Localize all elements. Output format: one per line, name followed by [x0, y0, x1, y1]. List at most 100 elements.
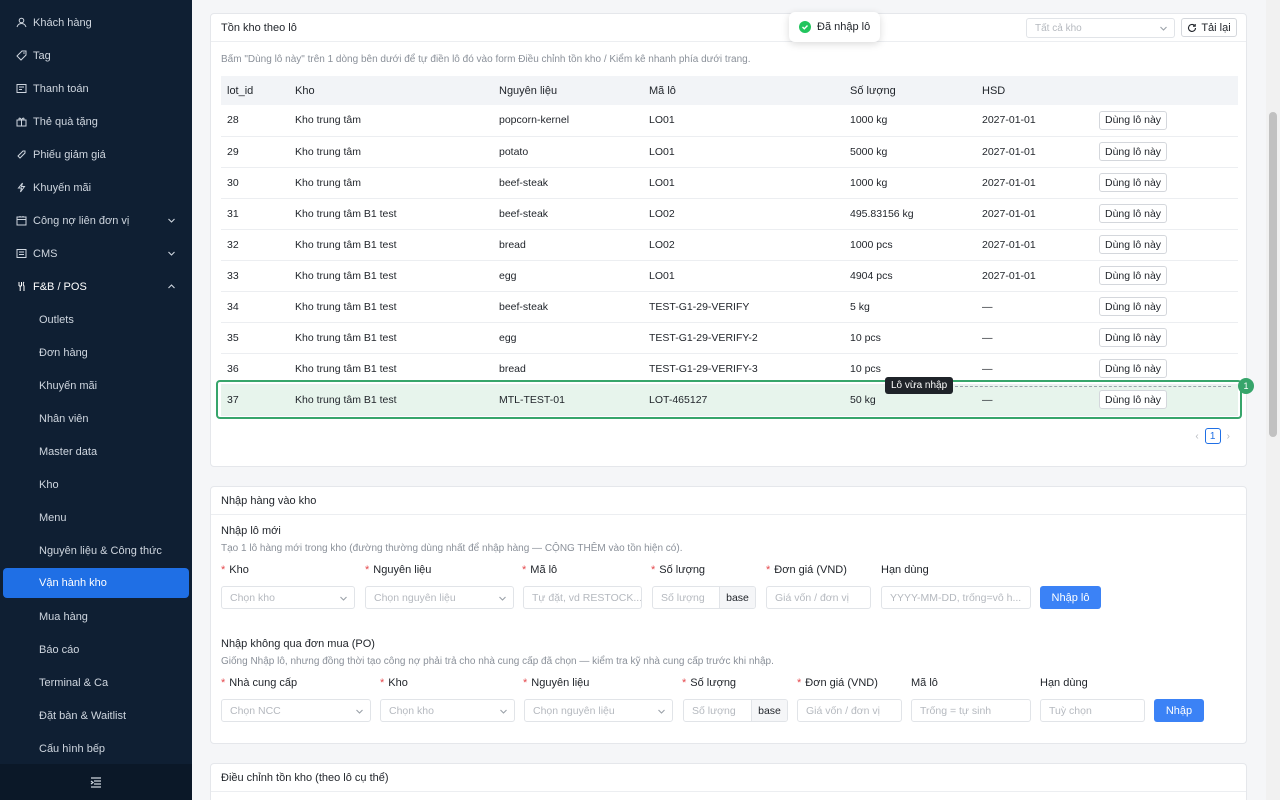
sidebar-item-8[interactable]: F&B / POS	[0, 270, 192, 303]
sidebar-item-label: Công nợ liên đơn vị	[33, 214, 130, 227]
import-card-title: Nhập hàng vào kho	[221, 494, 317, 507]
sidebar-sub-item-6[interactable]: Menu	[0, 501, 192, 534]
use-lot-button[interactable]: Dùng lô này	[1099, 235, 1168, 254]
page-scrollbar[interactable]	[1266, 0, 1280, 800]
table-cell: egg	[499, 331, 517, 344]
sidebar-item-1[interactable]: Tag	[0, 39, 192, 72]
collapse-sidebar-button[interactable]	[0, 764, 192, 800]
sidebar-item-2[interactable]: Thanh toán	[0, 72, 192, 105]
table-cell: Kho trung tâm B1 test	[295, 269, 397, 282]
chevron-down-icon	[500, 709, 507, 714]
sidebar-sub-item-9[interactable]: Mua hàng	[0, 600, 192, 633]
table-row: 36 Kho trung tâm B1 test bread TEST-G1-29-V…	[221, 353, 1238, 384]
table-cell: 1000 kg	[850, 176, 888, 189]
table-cell: LO01	[649, 145, 675, 158]
ncc-select[interactable]: Chọn NCC	[221, 699, 371, 722]
sidebar-sub-item-7[interactable]: Nguyên liệu & Công thức	[0, 534, 192, 567]
sidebar-item-3[interactable]: Thẻ quà tặng	[0, 105, 192, 138]
sidebar-item-5[interactable]: Khuyến mãi	[0, 171, 192, 204]
use-lot-button[interactable]: Dùng lô này	[1099, 110, 1168, 130]
table-cell: LO01	[649, 176, 675, 189]
sidebar-item-4[interactable]: Phiếu giảm giá	[0, 138, 192, 171]
use-lot-button[interactable]: Dùng lô này	[1099, 390, 1168, 409]
sidebar-sub-item-2[interactable]: Khuyến mãi	[0, 369, 192, 402]
label-nguyen-lieu: * Nguyên liệu	[365, 564, 432, 576]
sidebar-sub-item-12[interactable]: Đặt bàn & Waitlist	[0, 699, 192, 732]
sidebar-item-6[interactable]: Công nợ liên đơn vị	[0, 204, 192, 237]
nhap-lo-button[interactable]: Nhập lô	[1040, 586, 1101, 609]
so-luong-input-2[interactable]: Số lượng base	[683, 699, 788, 722]
sidebar-sub-item-3[interactable]: Nhân viên	[0, 402, 192, 435]
table-cell: 2027-01-01	[982, 145, 1036, 158]
table-cell: potato	[499, 145, 529, 158]
table-row: 29 Kho trung tâm potato LO01 5000 kg 2027-01-…	[221, 136, 1238, 167]
warehouse-filter-select[interactable]: Tất cả kho	[1026, 18, 1175, 38]
adjust-card: Điều chỉnh tồn kho (theo lô cụ thể)	[210, 763, 1247, 800]
reload-label: Tải lại	[1201, 21, 1231, 34]
nguyen-lieu-select-2[interactable]: Chọn nguyên liệu	[524, 699, 673, 722]
ma-lo-input[interactable]: Tự đặt, vd RESTOCK...	[523, 586, 642, 609]
reload-button[interactable]: Tải lại	[1181, 18, 1237, 37]
don-gia-input-2[interactable]: Giá vốn / đơn vị	[797, 699, 902, 722]
sidebar-sub-item-5[interactable]: Kho	[0, 468, 192, 501]
sidebar-sub-item-4[interactable]: Master data	[0, 435, 192, 468]
sidebar-item-0[interactable]: Khách hàng	[0, 6, 192, 39]
table-cell: LO02	[649, 207, 675, 220]
nhap-button[interactable]: Nhập	[1154, 699, 1204, 722]
table-cell: —	[982, 300, 993, 313]
adjust-card-title: Điều chỉnh tồn kho (theo lô cụ thể)	[221, 771, 389, 784]
prev-page-icon[interactable]: ‹	[1195, 431, 1198, 442]
ma-lo-input-2[interactable]: Trống = tự sinh	[911, 699, 1031, 722]
table-row: 32 Kho trung tâm B1 test bread LO02 1000 pcs…	[221, 229, 1238, 260]
sidebar-item-7[interactable]: CMS	[0, 237, 192, 270]
next-page-icon[interactable]: ›	[1227, 431, 1230, 442]
scrollbar-thumb[interactable]	[1269, 112, 1277, 437]
kho-select[interactable]: Chọn kho	[221, 586, 355, 609]
don-gia-input[interactable]: Giá vốn / đơn vị	[766, 586, 871, 609]
table-cell: —	[982, 331, 993, 344]
pagination: ‹ 1 ›	[1195, 428, 1230, 444]
chevron-down-icon	[499, 596, 506, 601]
han-dung-input[interactable]: YYYY-MM-DD, trống=vô h...	[881, 586, 1031, 609]
use-lot-button[interactable]: Dùng lô này	[1099, 266, 1168, 285]
sidebar-sub-item-8[interactable]: Vận hành kho	[3, 568, 189, 598]
table-cell: 2027-01-01	[982, 207, 1036, 220]
sidebar-sub-item-0[interactable]: Outlets	[0, 303, 192, 336]
use-lot-button[interactable]: Dùng lô này	[1099, 204, 1168, 223]
label-don-gia-2: * Đơn giá (VND)	[797, 677, 878, 689]
table-cell: 36	[227, 362, 239, 375]
sidebar-sub-item-13[interactable]: Cấu hình bếp	[0, 732, 192, 765]
kho-select-2[interactable]: Chọn kho	[380, 699, 515, 722]
sidebar-sub-item-11[interactable]: Terminal & Ca	[0, 666, 192, 699]
table-cell: 5000 kg	[850, 145, 888, 158]
table-row: 35 Kho trung tâm B1 test egg TEST-G1-29-VER…	[221, 322, 1238, 353]
table-cell: —	[982, 362, 993, 375]
chevron-down-icon	[356, 709, 363, 714]
table-cell-action: Dùng lô này	[1093, 353, 1238, 384]
col-lot-id: lot_id	[227, 84, 254, 97]
warehouse-filter-value: Tất cả kho	[1035, 22, 1082, 34]
table-cell: 33	[227, 269, 239, 282]
use-lot-button[interactable]: Dùng lô này	[1099, 328, 1168, 347]
table-cell: Kho trung tâm B1 test	[295, 331, 397, 344]
use-lot-button[interactable]: Dùng lô này	[1099, 359, 1168, 378]
sidebar-sub-item-10[interactable]: Báo cáo	[0, 633, 192, 666]
nguyen-lieu-select[interactable]: Chọn nguyên liệu	[365, 586, 514, 609]
table-cell-action: Dùng lô này	[1093, 322, 1238, 353]
debt-icon	[16, 215, 27, 226]
table-cell-action: Dùng lô này	[1093, 291, 1238, 322]
so-luong-input[interactable]: Số lượng base	[652, 586, 756, 609]
page-current[interactable]: 1	[1204, 428, 1221, 444]
sidebar-sub-item-1[interactable]: Đơn hàng	[0, 336, 192, 369]
col-hsd: HSD	[982, 84, 1006, 97]
use-lot-button[interactable]: Dùng lô này	[1099, 297, 1168, 316]
use-lot-button[interactable]: Dùng lô này	[1099, 142, 1168, 161]
use-lot-button[interactable]: Dùng lô này	[1099, 173, 1168, 192]
table-cell: Kho trung tâm B1 test	[295, 207, 397, 220]
label-ncc: * Nhà cung cấp	[221, 677, 298, 689]
table-cell: Kho trung tâm	[295, 114, 361, 127]
coupon-icon	[16, 149, 27, 160]
table-row: 33 Kho trung tâm B1 test egg LO01 4904 pcs 20…	[221, 260, 1238, 291]
han-dung-input-2[interactable]: Tuỳ chọn	[1040, 699, 1145, 722]
table-cell: LO02	[649, 238, 675, 251]
